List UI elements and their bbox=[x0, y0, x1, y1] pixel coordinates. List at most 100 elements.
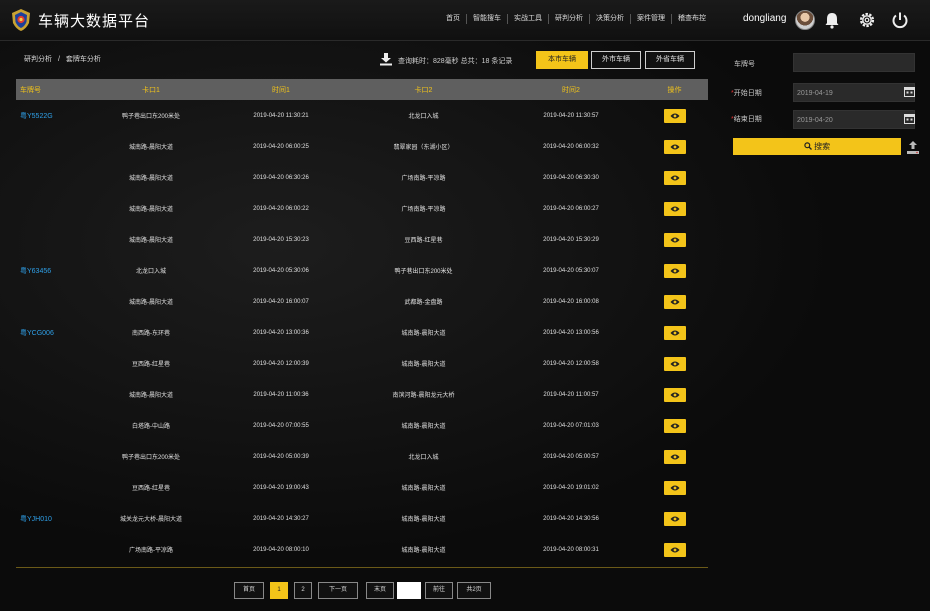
view-button[interactable] bbox=[663, 232, 686, 247]
cell-action bbox=[641, 317, 708, 348]
view-button[interactable] bbox=[663, 418, 686, 433]
table-row: 城南路-晨阳大道 2019-04-20 06:00:25 翡翠家园（东湖小区） 201… bbox=[16, 131, 708, 162]
cell-time-1: 2019-04-20 06:00:25 bbox=[253, 143, 309, 150]
main-nav: 首页 智能搜车 实战工具 研判分析 决策分析 案件管理 稽查布控 bbox=[440, 14, 712, 24]
cell-plate bbox=[16, 348, 86, 379]
pager-first[interactable]: 首页 bbox=[234, 582, 264, 599]
eye-icon bbox=[670, 516, 679, 521]
view-button[interactable] bbox=[663, 542, 686, 557]
cell-plate[interactable]: 粤Y5522G bbox=[16, 100, 86, 131]
nav-cases[interactable]: 案件管理 bbox=[631, 14, 672, 24]
calendar-icon[interactable] bbox=[904, 86, 915, 97]
calendar-icon[interactable] bbox=[904, 113, 915, 124]
tab-other-city-vehicles[interactable]: 外市车辆 bbox=[591, 51, 641, 69]
cell-plate bbox=[16, 534, 86, 565]
table-row: 鸭子巷出口东200米处 2019-04-20 05:00:39 北龙口入城 2019-… bbox=[16, 441, 708, 472]
view-button[interactable] bbox=[663, 263, 686, 278]
end-date-label-text: 结束日期 bbox=[733, 116, 762, 123]
view-button[interactable] bbox=[663, 387, 686, 402]
top-bar: 车辆大数据平台 首页 智能搜车 实战工具 研判分析 决策分析 案件管理 稽查布控… bbox=[0, 0, 930, 41]
pager-go[interactable]: 前往 bbox=[425, 582, 453, 599]
view-button[interactable] bbox=[663, 139, 686, 154]
bell-icon[interactable] bbox=[822, 10, 842, 30]
eye-icon bbox=[670, 113, 679, 118]
view-button[interactable] bbox=[663, 325, 686, 340]
eye-icon bbox=[670, 144, 679, 149]
view-button[interactable] bbox=[663, 480, 686, 495]
eye-icon bbox=[670, 206, 679, 211]
cell-time-1: 2019-04-20 13:00:36 bbox=[253, 329, 309, 336]
nav-control[interactable]: 稽查布控 bbox=[672, 14, 712, 24]
search-icon bbox=[804, 142, 812, 150]
cell-time-1: 2019-04-20 06:00:22 bbox=[253, 205, 309, 212]
nav-smart-search[interactable]: 智能搜车 bbox=[467, 14, 508, 24]
cell-time-1: 2019-04-20 14:30:27 bbox=[253, 515, 309, 522]
download-icon[interactable] bbox=[379, 52, 393, 66]
cell-checkpoint-1: 城关龙元大桥-晨阳大道 bbox=[120, 517, 182, 523]
table-divider bbox=[16, 567, 708, 568]
breadcrumb: 研判分析 / 套牌车分析 bbox=[24, 54, 101, 64]
search-button[interactable]: 搜索 bbox=[733, 138, 901, 155]
view-button[interactable] bbox=[663, 449, 686, 464]
pager-page-1[interactable]: 1 bbox=[270, 582, 288, 599]
breadcrumb-parent[interactable]: 研判分析 bbox=[24, 56, 52, 63]
pager-last[interactable]: 末页 bbox=[366, 582, 394, 599]
username[interactable]: dongliang bbox=[743, 13, 786, 24]
nav-home[interactable]: 首页 bbox=[440, 14, 467, 24]
cell-time-2: 2019-04-20 14:30:56 bbox=[543, 515, 599, 522]
pager-page-2[interactable]: 2 bbox=[294, 582, 312, 599]
cell-time-2: 2019-04-20 06:00:27 bbox=[543, 205, 599, 212]
upload-icon[interactable] bbox=[906, 140, 920, 156]
view-button[interactable] bbox=[663, 108, 686, 123]
pager-next[interactable]: 下一页 bbox=[318, 582, 358, 599]
start-date-input[interactable]: 2019-04-19 bbox=[793, 83, 915, 102]
cell-checkpoint-2: 城南路-晨阳大道 bbox=[401, 486, 446, 492]
cell-time-1: 2019-04-20 11:30:21 bbox=[253, 112, 309, 119]
view-button[interactable] bbox=[663, 356, 686, 371]
table-row: 粤YJH010 城关龙元大桥-晨阳大道 2019-04-20 14:30:27 城南路… bbox=[16, 503, 708, 534]
table-row: 广场南路-平凉路 2019-04-20 08:00:10 城南路-晨阳大道 2019-… bbox=[16, 534, 708, 565]
cell-action bbox=[641, 503, 708, 534]
cell-plate[interactable]: 粤Y63456 bbox=[16, 255, 86, 286]
avatar[interactable] bbox=[795, 10, 815, 30]
table-row: 豆西路-红星巷 2019-04-20 19:00:43 城南路-晨阳大道 2019-0… bbox=[16, 472, 708, 503]
view-button[interactable] bbox=[663, 511, 686, 526]
cell-time-2: 2019-04-20 12:00:58 bbox=[543, 360, 599, 367]
eye-icon bbox=[670, 547, 679, 552]
view-button[interactable] bbox=[663, 201, 686, 216]
power-icon[interactable] bbox=[890, 10, 910, 30]
col-checkpoint-1: 卡口1 bbox=[142, 86, 160, 94]
tab-local-vehicles[interactable]: 本市车辆 bbox=[536, 51, 588, 69]
plate-label: 车牌号 bbox=[734, 61, 755, 68]
cell-plate[interactable]: 粤YCG006 bbox=[16, 317, 86, 348]
cell-time-1: 2019-04-20 08:00:10 bbox=[253, 546, 309, 553]
cell-checkpoint-2: 城南路-晨阳大道 bbox=[401, 548, 446, 554]
cell-checkpoint-2: 鸭子巷出口东200米处 bbox=[394, 269, 453, 275]
end-date-input[interactable]: 2019-04-20 bbox=[793, 110, 915, 129]
tab-other-province-vehicles[interactable]: 外省车辆 bbox=[645, 51, 695, 69]
nav-tools[interactable]: 实战工具 bbox=[508, 14, 549, 24]
breadcrumb-separator: / bbox=[57, 56, 60, 63]
nav-decision[interactable]: 决策分析 bbox=[590, 14, 631, 24]
cell-checkpoint-1: 城南路-晨阳大道 bbox=[129, 238, 173, 244]
cell-checkpoint-1: 城南路-晨阳大道 bbox=[129, 145, 173, 151]
cell-time-2: 2019-04-20 08:00:31 bbox=[543, 546, 599, 553]
view-button[interactable] bbox=[663, 294, 686, 309]
cell-checkpoint-1: 城南路-晨阳大道 bbox=[129, 176, 173, 182]
gear-icon[interactable] bbox=[857, 10, 877, 30]
col-action: 操作 bbox=[667, 86, 682, 94]
cell-time-2: 2019-04-20 11:00:57 bbox=[543, 391, 599, 398]
cell-plate bbox=[16, 162, 86, 193]
cell-action bbox=[641, 193, 708, 224]
table-row: 城南路-晨阳大道 2019-04-20 06:00:22 广场南路-平凉路 2019-… bbox=[16, 193, 708, 224]
plate-input[interactable] bbox=[793, 53, 915, 72]
cell-checkpoint-2: 城南路-晨阳大道 bbox=[401, 517, 446, 523]
nav-analysis[interactable]: 研判分析 bbox=[549, 14, 590, 24]
cell-plate[interactable]: 粤YJH010 bbox=[16, 503, 86, 534]
cell-plate bbox=[16, 286, 86, 317]
table-row: 粤Y63456 北龙口入城 2019-04-20 05:30:06 鸭子巷出口东200… bbox=[16, 255, 708, 286]
view-button[interactable] bbox=[663, 170, 686, 185]
eye-icon bbox=[670, 268, 679, 273]
table-row: 城南路-晨阳大道 2019-04-20 15:30:23 豆西路-红星巷 2019-0… bbox=[16, 224, 708, 255]
pager-goto-input[interactable] bbox=[397, 582, 421, 599]
